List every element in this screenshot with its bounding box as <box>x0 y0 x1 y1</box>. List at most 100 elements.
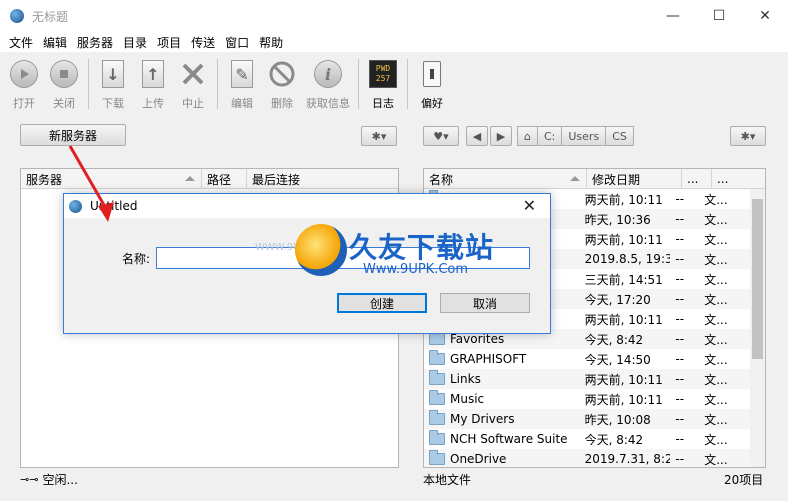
table-row[interactable]: GRAPHISOFT 今天, 14:50 -- 文... <box>424 349 750 369</box>
toolbar-separator <box>88 59 89 109</box>
menu-help[interactable]: 帮助 <box>254 34 288 51</box>
bookmarks-button[interactable]: ♥▾ <box>423 126 459 146</box>
home-icon[interactable]: ⌂ <box>517 126 538 146</box>
minimize-button[interactable]: — <box>650 0 696 32</box>
delete-icon <box>267 59 297 89</box>
table-row[interactable]: My Drivers 昨天, 10:08 -- 文... <box>424 409 750 429</box>
column-last-connect[interactable]: 最后连接 <box>247 169 398 189</box>
cell-kind: 文... <box>704 412 728 427</box>
cell-size: -- <box>675 332 685 346</box>
path-segment[interactable]: Users <box>561 126 607 146</box>
open-button[interactable]: 打开 <box>4 53 44 111</box>
path-breadcrumb: ⌂ C: Users CS <box>517 126 663 146</box>
cell-modified: 今天, 8:42 <box>584 332 644 347</box>
file-name: Favorites <box>450 332 505 346</box>
menu-server[interactable]: 服务器 <box>72 34 118 51</box>
app-icon <box>69 199 82 213</box>
cell-size: -- <box>675 412 685 426</box>
cell-modified: 两天前, 10:11 <box>584 192 663 207</box>
download-button[interactable]: ↓ 下载 <box>93 53 133 111</box>
status-text: 空闲... <box>42 472 78 487</box>
forward-button[interactable]: ▶ <box>490 126 512 146</box>
new-server-button[interactable]: 新服务器 <box>20 124 126 146</box>
close-button[interactable]: ✕ <box>742 0 788 32</box>
cell-name: OneDrive <box>424 449 580 467</box>
dialog-close-button[interactable]: ✕ <box>523 196 536 215</box>
status-bar-left: ⊸⊸ 空闲... <box>20 470 78 488</box>
table-row[interactable]: NCH Software Suite 今天, 8:42 -- 文... <box>424 429 750 449</box>
column-path[interactable]: 路径 <box>202 169 247 189</box>
cell-size: -- <box>675 432 685 446</box>
folder-icon <box>429 330 445 345</box>
cell-modified: 昨天, 10:36 <box>584 212 651 227</box>
server-action-menu-button[interactable]: ✱▾ <box>361 126 397 146</box>
cell-size: -- <box>675 372 685 386</box>
preferences-button[interactable]: 偏好 <box>412 53 452 111</box>
create-button[interactable]: 创建 <box>337 293 427 313</box>
table-row[interactable]: Music 两天前, 10:11 -- 文... <box>424 389 750 409</box>
cell-name: GRAPHISOFT <box>424 349 580 369</box>
abort-icon <box>178 59 208 89</box>
log-icon: PWD 257 <box>369 60 397 88</box>
back-button[interactable]: ◀ <box>466 126 488 146</box>
cell-size: -- <box>675 352 685 366</box>
cell-kind: 文... <box>704 192 728 207</box>
local-column-header: 名称 修改日期 ... ... <box>424 169 765 189</box>
cell-kind: 文... <box>704 252 728 267</box>
cell-modified: 两天前, 10:11 <box>584 392 663 407</box>
column-server[interactable]: 服务器 <box>21 169 202 189</box>
upload-icon: ↑ <box>142 60 164 88</box>
folder-icon <box>429 370 445 385</box>
toolbar-separator <box>407 59 408 109</box>
item-count: 20项目 <box>724 472 764 487</box>
cell-modified: 三天前, 14:51 <box>584 272 663 287</box>
cell-modified: 两天前, 10:11 <box>584 372 663 387</box>
cell-modified: 昨天, 10:08 <box>584 412 651 427</box>
cell-kind: 文... <box>704 332 728 347</box>
scroll-thumb[interactable] <box>752 199 763 359</box>
upload-label: 上传 <box>142 97 164 110</box>
cell-modified: 今天, 17:20 <box>584 292 651 307</box>
log-button[interactable]: PWD 257 日志 <box>363 53 403 111</box>
cell-size: -- <box>675 212 685 226</box>
file-name: GRAPHISOFT <box>450 352 527 366</box>
disconnect-button[interactable]: 关闭 <box>44 53 84 111</box>
get-info-button[interactable]: i 获取信息 <box>302 53 354 111</box>
window-title: 无标题 <box>32 9 69 24</box>
table-row[interactable]: Links 两天前, 10:11 -- 文... <box>424 369 750 389</box>
upload-button[interactable]: ↑ 上传 <box>133 53 173 111</box>
log-label: 日志 <box>372 97 394 110</box>
column-modified[interactable]: 修改日期 <box>587 169 682 189</box>
abort-button[interactable]: 中止 <box>173 53 213 111</box>
new-server-dialog: Untitled ✕ 名称: 创建 取消 <box>63 193 551 334</box>
menu-file[interactable]: 文件 <box>4 34 38 51</box>
delete-button[interactable]: 删除 <box>262 53 302 111</box>
column-kind[interactable]: ... <box>712 169 765 189</box>
cell-name: My Drivers <box>424 409 580 429</box>
window-controls: — ☐ ✕ <box>650 0 788 32</box>
cell-kind: 文... <box>704 212 728 227</box>
edit-button[interactable]: ✎ 编辑 <box>222 53 262 111</box>
cancel-button[interactable]: 取消 <box>440 293 530 313</box>
menu-window[interactable]: 窗口 <box>220 34 254 51</box>
menu-directory[interactable]: 目录 <box>118 34 152 51</box>
maximize-button[interactable]: ☐ <box>696 0 742 32</box>
column-name[interactable]: 名称 <box>424 169 587 189</box>
path-segment[interactable]: CS <box>605 126 634 146</box>
local-action-menu-button[interactable]: ✱▾ <box>730 126 766 146</box>
folder-icon <box>429 410 445 425</box>
path-segment[interactable]: C: <box>536 126 563 146</box>
column-size[interactable]: ... <box>682 169 712 189</box>
cell-size: -- <box>675 192 685 206</box>
download-icon: ↓ <box>102 60 124 88</box>
name-input[interactable] <box>156 247 530 269</box>
abort-label: 中止 <box>182 97 204 110</box>
menu-bar: 文件 编辑 服务器 目录 项目 传送 窗口 帮助 <box>0 32 788 52</box>
menu-edit[interactable]: 编辑 <box>38 34 72 51</box>
cell-modified: 2019.7.31, 8:24 <box>584 452 671 466</box>
table-row[interactable]: OneDrive 2019.7.31, 8:24 -- 文... <box>424 449 750 467</box>
menu-project[interactable]: 项目 <box>152 34 186 51</box>
folder-icon <box>429 430 445 445</box>
local-scrollbar[interactable] <box>750 189 765 467</box>
menu-transfer[interactable]: 传送 <box>186 34 220 51</box>
